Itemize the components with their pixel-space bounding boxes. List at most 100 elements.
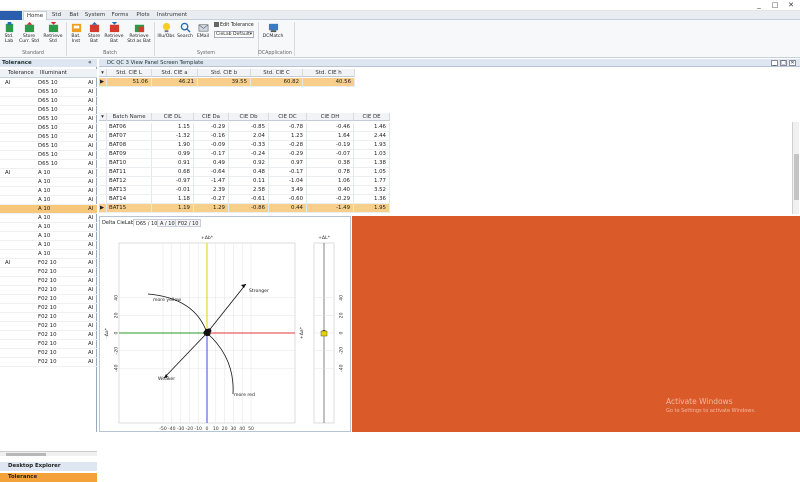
table-cell[interactable]: 51.06 bbox=[107, 78, 152, 87]
table-cell[interactable]: 1.03 bbox=[354, 150, 390, 159]
table-cell[interactable]: -0.60 bbox=[269, 195, 307, 204]
table-cell[interactable]: -0.16 bbox=[194, 132, 229, 141]
list-item[interactable]: AI D65 10 AI bbox=[0, 79, 97, 88]
list-item[interactable]: D65 10 AI bbox=[0, 142, 97, 151]
table-cell[interactable]: 0.68 bbox=[152, 168, 194, 177]
table-cell[interactable]: 0.92 bbox=[229, 159, 269, 168]
table-cell[interactable]: -1.04 bbox=[269, 177, 307, 186]
table-cell[interactable]: -0.27 bbox=[194, 195, 229, 204]
color-space-select[interactable]: CieLab Default ▾ bbox=[214, 31, 254, 38]
table-cell[interactable]: 2.04 bbox=[229, 132, 269, 141]
table-cell[interactable]: -0.09 bbox=[194, 141, 229, 150]
table-cell[interactable]: 0.40 bbox=[307, 186, 354, 195]
table-cell[interactable]: 1.95 bbox=[354, 204, 390, 213]
dcmatch-button[interactable]: DCMatch bbox=[262, 22, 284, 39]
table-cell[interactable]: 60.82 bbox=[251, 78, 303, 87]
table-cell[interactable]: BAT14 bbox=[107, 195, 152, 204]
list-item[interactable]: A 10 AI bbox=[0, 223, 97, 232]
list-item[interactable]: F02 10 AI bbox=[0, 286, 97, 295]
table-cell[interactable]: 1.05 bbox=[354, 168, 390, 177]
table-cell[interactable]: 2.39 bbox=[194, 186, 229, 195]
table-cell[interactable]: 1.46 bbox=[354, 123, 390, 132]
retrieve-std-button[interactable]: Retrieve Std bbox=[42, 22, 64, 44]
column-header-cie-db[interactable]: CIE Db bbox=[229, 113, 269, 121]
close-button[interactable]: ✕ bbox=[784, 0, 798, 10]
child-minimize-button[interactable]: _ bbox=[771, 60, 778, 66]
tab-home[interactable]: Home bbox=[23, 11, 47, 20]
table-cell[interactable]: BAT09 bbox=[107, 150, 152, 159]
table-cell[interactable]: BAT08 bbox=[107, 141, 152, 150]
table-cell[interactable]: -0.19 bbox=[307, 141, 354, 150]
edit-tolerance-button[interactable]: Edit Tolerance bbox=[214, 22, 254, 29]
table-cell[interactable]: 2.44 bbox=[354, 132, 390, 141]
table-cell[interactable]: 0.78 bbox=[307, 168, 354, 177]
table-cell[interactable]: -0.28 bbox=[269, 141, 307, 150]
table-cell[interactable]: 0.44 bbox=[269, 204, 307, 213]
table-cell[interactable]: 1.23 bbox=[269, 132, 307, 141]
table-cell[interactable]: 1.93 bbox=[354, 141, 390, 150]
table-cell[interactable]: 1.15 bbox=[152, 123, 194, 132]
table-cell[interactable]: -0.17 bbox=[194, 150, 229, 159]
table-cell[interactable]: 46.21 bbox=[152, 78, 198, 87]
list-item[interactable]: F02 10 AI bbox=[0, 304, 97, 313]
table-cell[interactable]: 1.90 bbox=[152, 141, 194, 150]
bat-inst-button[interactable]: Bat. Inst bbox=[68, 22, 84, 44]
list-item[interactable]: A 10 AI bbox=[0, 178, 97, 187]
column-header-cie-dc[interactable]: CIE DC bbox=[269, 113, 307, 121]
column-header-std-cie-b[interactable]: Std. CIE b bbox=[198, 69, 251, 77]
table-cell[interactable]: 2.58 bbox=[229, 186, 269, 195]
list-item[interactable]: F02 10 AI bbox=[0, 313, 97, 322]
list-item[interactable]: F02 10 AI bbox=[0, 331, 97, 340]
list-item[interactable]: AI A 10 AI bbox=[0, 169, 97, 178]
list-item[interactable]: D65 10 AI bbox=[0, 133, 97, 142]
delta-cielab-chart[interactable]: -50 -40 -30 -20 -10 0 10 20 30 40 5040200-20-40+Δb… bbox=[100, 228, 350, 431]
tab-forms[interactable]: Forms bbox=[110, 11, 130, 20]
column-header-std-cie-c[interactable]: Std. CIE C bbox=[251, 69, 303, 77]
list-item[interactable]: D65 10 AI bbox=[0, 106, 97, 115]
table-cell[interactable]: -0.33 bbox=[229, 141, 269, 150]
horizontal-scrollbar[interactable] bbox=[0, 451, 97, 456]
table-cell[interactable]: 39.55 bbox=[198, 78, 251, 87]
column-header-std-cie-h[interactable]: Std. CIE h bbox=[303, 69, 355, 77]
list-item[interactable]: D65 10 AI bbox=[0, 115, 97, 124]
list-item[interactable]: F02 10 AI bbox=[0, 322, 97, 331]
table-cell[interactable]: 1.29 bbox=[194, 204, 229, 213]
tab-instrument[interactable]: Instrument bbox=[156, 11, 188, 20]
table-cell[interactable]: 1.77 bbox=[354, 177, 390, 186]
list-item[interactable]: A 10 AI bbox=[0, 232, 97, 241]
table-cell[interactable]: 0.48 bbox=[229, 168, 269, 177]
tab-f02-10[interactable]: F02 / 10 bbox=[175, 219, 202, 227]
table-cell[interactable]: BAT07 bbox=[107, 132, 152, 141]
tab-system[interactable]: System bbox=[84, 11, 106, 20]
list-item[interactable]: A 10 AI bbox=[0, 187, 97, 196]
child-close-button[interactable]: ✕ bbox=[789, 60, 796, 66]
table-cell[interactable]: 1.06 bbox=[307, 177, 354, 186]
column-header-tolerance[interactable]: Tolerance bbox=[8, 69, 34, 78]
search-button[interactable]: Search bbox=[177, 22, 193, 39]
scrollbar-thumb[interactable] bbox=[794, 154, 799, 200]
table-cell[interactable]: -0.17 bbox=[269, 168, 307, 177]
retrieve-bat-button[interactable]: Retrieve Bat bbox=[104, 22, 124, 44]
filter-icon[interactable]: ▾ bbox=[99, 69, 107, 77]
table-cell[interactable]: 40.56 bbox=[303, 78, 355, 87]
table-cell[interactable]: -1.32 bbox=[152, 132, 194, 141]
list-item[interactable]: A 10 AI bbox=[0, 196, 97, 205]
table-cell[interactable]: -0.01 bbox=[152, 186, 194, 195]
table-cell[interactable]: -0.78 bbox=[269, 123, 307, 132]
table-cell[interactable]: -0.85 bbox=[229, 123, 269, 132]
column-header-std-cie-l[interactable]: Std. CIE L bbox=[107, 69, 152, 77]
list-item[interactable]: AI F02 10 AI bbox=[0, 259, 97, 268]
table-cell[interactable]: -1.49 bbox=[307, 204, 354, 213]
table-cell[interactable]: -0.29 bbox=[194, 123, 229, 132]
list-item[interactable]: A 10 AI bbox=[0, 250, 97, 259]
store-current-std-button[interactable]: Store Curr. Std bbox=[18, 22, 40, 44]
column-header-batch-name[interactable]: Batch Name bbox=[107, 113, 152, 121]
tab-bat[interactable]: Bat bbox=[66, 11, 82, 20]
list-item[interactable]: F02 10 AI bbox=[0, 340, 97, 349]
table-cell[interactable]: -0.07 bbox=[307, 150, 354, 159]
filter-icon[interactable]: ▾ bbox=[99, 113, 107, 121]
list-item[interactable]: D65 10 AI bbox=[0, 97, 97, 106]
column-header-cie-dh[interactable]: CIE DH bbox=[307, 113, 354, 121]
table-cell[interactable]: 1.19 bbox=[152, 204, 194, 213]
file-menu-button[interactable] bbox=[0, 11, 22, 20]
